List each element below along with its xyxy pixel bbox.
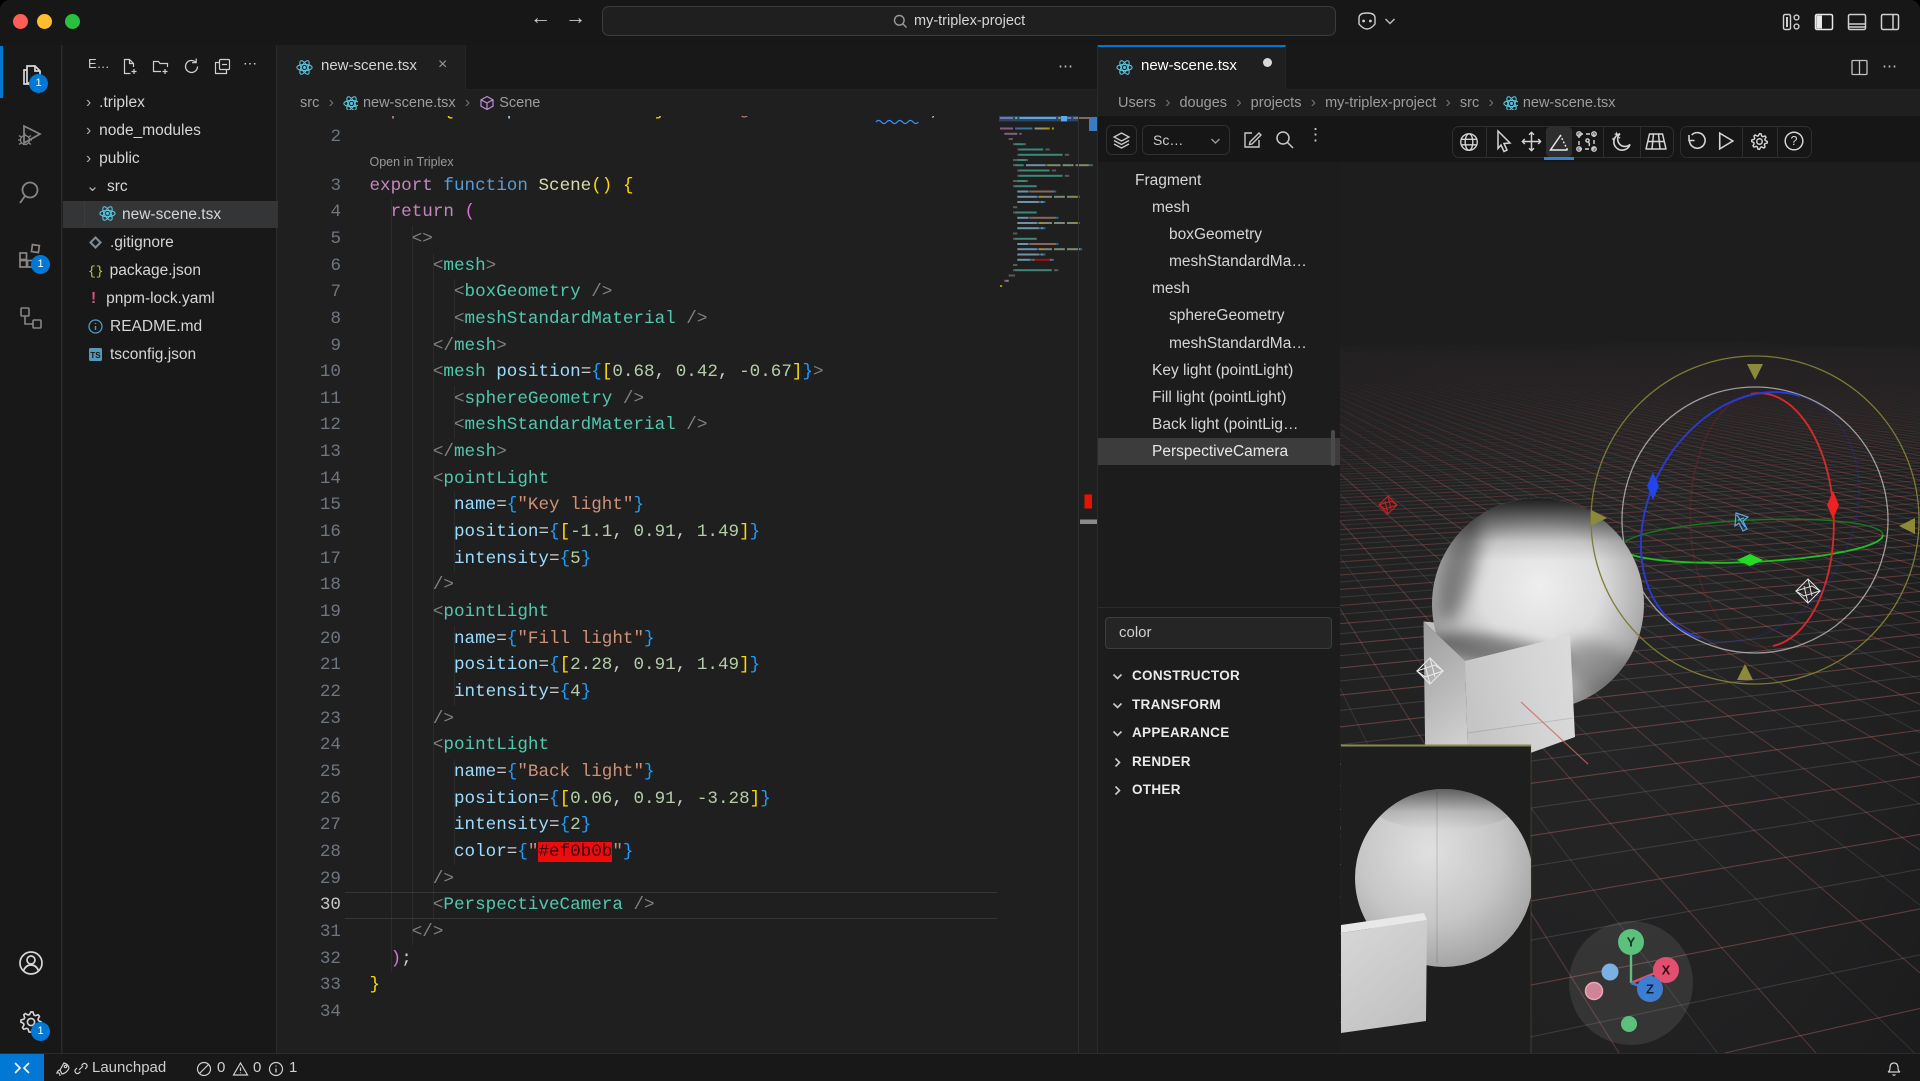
svg-text:?: ? <box>1791 134 1798 148</box>
svg-text:Z: Z <box>1646 982 1654 997</box>
svg-text:TS: TS <box>90 351 101 360</box>
svg-text:Y: Y <box>1627 935 1636 950</box>
svg-text:X: X <box>1662 963 1671 978</box>
